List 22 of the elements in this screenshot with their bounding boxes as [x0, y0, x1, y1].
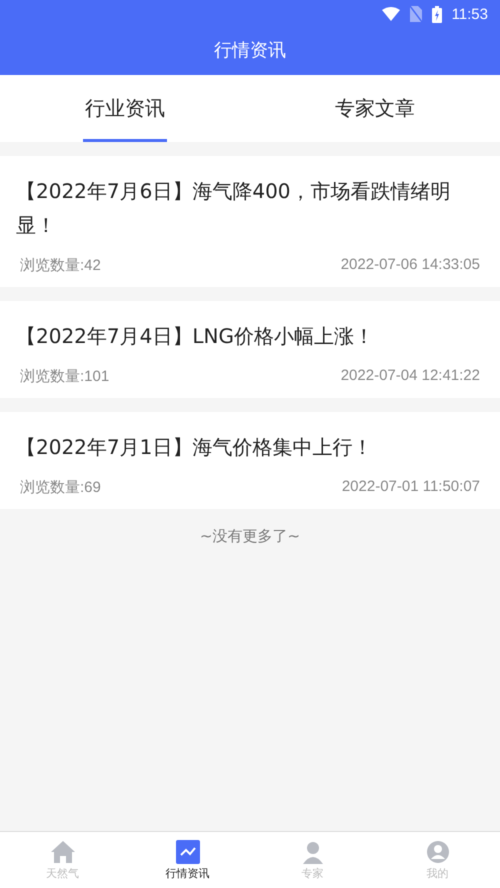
battery-charging-icon — [432, 6, 442, 22]
home-icon — [50, 840, 76, 864]
article-card[interactable]: 【2022年7月4日】LNG价格小幅上涨！ 浏览数量:101 2022-07-04 12:41:22 — [0, 301, 500, 398]
article-time: 2022-07-01 11:50:07 — [342, 478, 480, 497]
view-count: 浏览数量:69 — [20, 478, 101, 497]
view-count: 浏览数量:101 — [20, 367, 110, 386]
chart-icon — [176, 840, 200, 864]
article-time: 2022-07-06 14:33:05 — [340, 256, 480, 275]
view-count: 浏览数量:42 — [20, 256, 101, 275]
article-card[interactable]: 【2022年7月1日】海气价格集中上行！ 浏览数量:69 2022-07-01 11:50:07 — [0, 412, 500, 509]
header-title: 行情资讯 — [214, 38, 286, 62]
wifi-icon — [382, 7, 400, 21]
article-time: 2022-07-04 12:41:22 — [340, 367, 480, 386]
status-time: 11:53 — [452, 6, 488, 22]
profile-icon — [426, 840, 450, 864]
no-sim-icon — [410, 6, 422, 22]
article-title: 【2022年7月6日】海气降400，市场看跌情绪明显！ — [16, 178, 452, 239]
end-note: ~没有更多了~ — [200, 527, 300, 545]
article-title: 【2022年7月4日】LNG价格小幅上涨！ — [16, 323, 375, 350]
article-title: 【2022年7月1日】海气价格集中上行！ — [16, 434, 374, 461]
person-icon — [300, 840, 324, 864]
article-card[interactable]: 【2022年7月6日】海气降400，市场看跌情绪明显！ 浏览数量:42 2022-07-06 14:33:05 — [0, 156, 500, 287]
